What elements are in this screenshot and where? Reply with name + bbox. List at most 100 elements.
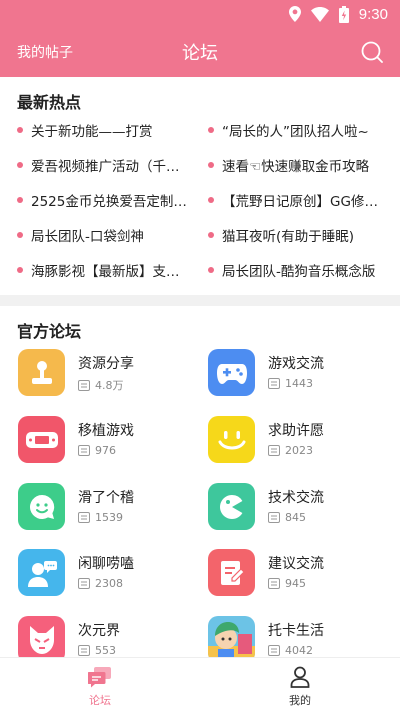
forum-count-value: 4.8万	[95, 379, 124, 392]
forum-count: 945	[268, 577, 306, 590]
forum-count: 1443	[268, 377, 313, 390]
hot-item[interactable]: 海豚影视【最新版】支持...	[17, 260, 192, 280]
comment-icon	[268, 445, 280, 456]
app-bar: 9:30 我的帖子 论坛	[0, 0, 400, 77]
bullet-dot	[17, 127, 23, 133]
hot-item[interactable]: 【荒野日记原创】GG修改...	[208, 190, 388, 210]
bullet-dot	[208, 197, 214, 203]
hot-item[interactable]: 爱吾视频推广活动（千万...	[17, 155, 192, 175]
tab-forum-label: 论坛	[89, 694, 111, 707]
forum-card-suggestions[interactable]: 建议交流 945	[208, 549, 388, 599]
forum-name: 求助许愿	[268, 423, 324, 439]
comment-icon	[268, 578, 280, 589]
forum-count: 2308	[78, 577, 123, 590]
bullet-dot	[17, 267, 23, 273]
forum-card-ported-games[interactable]: 移植游戏 976	[18, 416, 198, 466]
bullet-dot	[208, 162, 214, 168]
forum-count: 976	[78, 444, 116, 457]
forum-count-value: 976	[95, 444, 116, 457]
page-title: 论坛	[182, 43, 218, 64]
bullet-dot	[17, 197, 23, 203]
forum-card-funny[interactable]: 滑了个稽 1539	[18, 483, 198, 533]
tab-me-label: 我的	[289, 694, 311, 707]
comment-icon	[78, 578, 90, 589]
person-chat-icon	[18, 549, 65, 596]
forum-count: 845	[268, 511, 306, 524]
fox-mask-icon	[18, 616, 65, 663]
comment-icon	[268, 645, 280, 656]
forum-count: 2023	[268, 444, 313, 457]
status-time: 9:30	[358, 5, 388, 23]
forum-count-value: 845	[285, 511, 306, 524]
comment-icon	[78, 512, 90, 523]
forum-card-games[interactable]: 游戏交流 1443	[208, 349, 388, 399]
hot-item-text: “局长的人”团队招人啦~	[222, 124, 369, 140]
battery-icon	[338, 5, 349, 23]
forum-card-tech[interactable]: 技术交流 845	[208, 483, 388, 533]
forum-card-help-wishes[interactable]: 求助许愿 2023	[208, 416, 388, 466]
search-icon[interactable]	[360, 40, 384, 64]
forum-card-chitchat[interactable]: 闲聊唠嗑 2308	[18, 549, 198, 599]
forum-name: 移植游戏	[78, 423, 134, 439]
gamepad-icon	[208, 349, 255, 396]
forum-count: 1539	[78, 511, 123, 524]
forum-count: 4.8万	[78, 377, 124, 393]
hot-item[interactable]: “局长的人”团队招人啦~	[208, 120, 388, 140]
bullet-dot	[17, 162, 23, 168]
hot-item[interactable]: 局长团队-口袋剑神	[17, 225, 192, 245]
hot-item[interactable]: 2525金币兑换爱吾定制小...	[17, 190, 192, 210]
hot-item[interactable]: 关于新功能——打赏	[17, 120, 192, 140]
smiley-icon	[208, 416, 255, 463]
forum-chat-icon	[88, 667, 111, 688]
forum-count-value: 4042	[285, 644, 313, 657]
forum-name: 资源分享	[78, 356, 134, 372]
hot-item-text: 速看☜快速赚取金币攻略	[222, 159, 370, 175]
bullet-dot	[208, 127, 214, 133]
forum-name: 技术交流	[268, 490, 324, 506]
tab-forum[interactable]: 论坛	[0, 658, 200, 712]
forum-count: 553	[78, 644, 116, 657]
section-divider	[0, 295, 400, 306]
hot-section-title: 最新热点	[17, 93, 82, 112]
wifi-icon	[310, 6, 329, 22]
hot-item-text: 局长团队-口袋剑神	[31, 229, 144, 245]
official-section-title: 官方论坛	[17, 322, 82, 341]
pacman-icon	[208, 483, 255, 530]
hot-item-text: 猫耳夜听(有助于睡眠)	[222, 229, 355, 245]
bullet-dot	[208, 267, 214, 273]
forum-card-resources[interactable]: 资源分享 4.8万	[18, 349, 198, 399]
hot-item-text: 关于新功能——打赏	[31, 124, 153, 140]
hot-item-text: 海豚影视【最新版】支持...	[31, 264, 192, 280]
forum-count-value: 945	[285, 577, 306, 590]
status-bar: 9:30	[288, 4, 388, 24]
comment-icon	[268, 378, 280, 389]
bullet-dot	[17, 232, 23, 238]
forum-count-value: 1443	[285, 377, 313, 390]
hot-item-text: 爱吾视频推广活动（千万...	[31, 159, 192, 175]
location-icon	[288, 6, 301, 22]
chat-smile-icon	[18, 483, 65, 530]
forum-name: 游戏交流	[268, 356, 324, 372]
tab-me[interactable]: 我的	[200, 658, 400, 712]
comment-icon	[78, 645, 90, 656]
forum-count-value: 553	[95, 644, 116, 657]
forum-count-value: 2308	[95, 577, 123, 590]
hot-item[interactable]: 局长团队-酷狗音乐概念版	[208, 260, 388, 280]
hot-item[interactable]: 猫耳夜听(有助于睡眠)	[208, 225, 388, 245]
comment-icon	[78, 379, 90, 391]
forum-count-value: 1539	[95, 511, 123, 524]
forum-name: 建议交流	[268, 556, 324, 572]
hot-item-text: 局长团队-酷狗音乐概念版	[222, 264, 376, 280]
person-icon	[290, 666, 310, 688]
toca-life-icon	[208, 616, 255, 663]
handheld-console-icon	[18, 416, 65, 463]
hot-item-text: 2525金币兑换爱吾定制小...	[31, 194, 192, 210]
comment-icon	[268, 512, 280, 523]
bottom-tab-bar: 论坛 我的	[0, 657, 400, 712]
comment-icon	[78, 445, 90, 456]
forum-count: 4042	[268, 644, 313, 657]
forum-name: 闲聊唠嗑	[78, 556, 134, 572]
hot-item[interactable]: 速看☜快速赚取金币攻略	[208, 155, 388, 175]
note-edit-icon	[208, 549, 255, 596]
forum-name: 滑了个稽	[78, 490, 134, 506]
